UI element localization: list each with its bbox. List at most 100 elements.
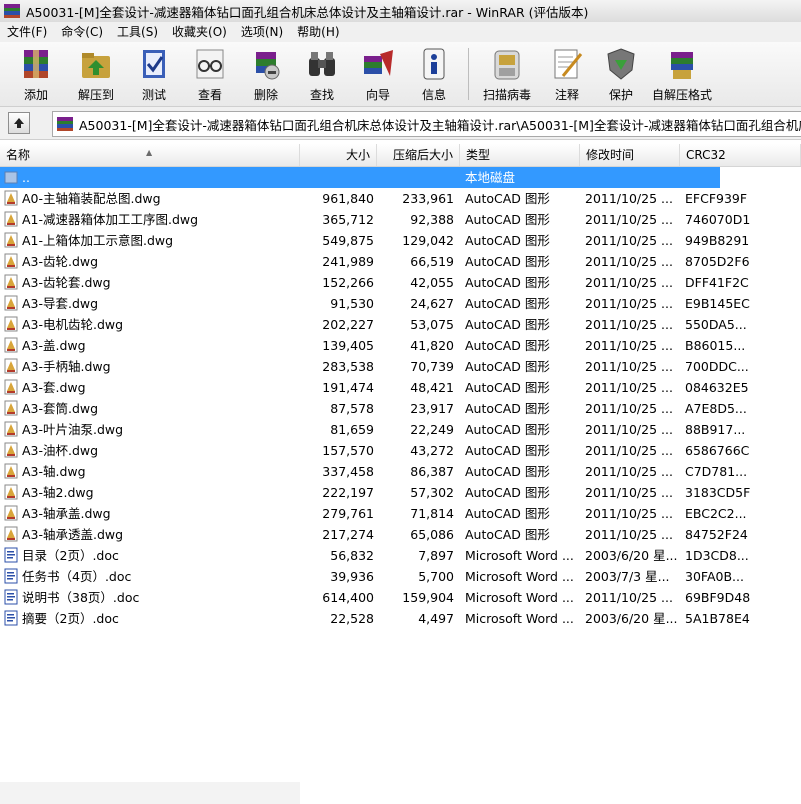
up-folder-button[interactable] (8, 112, 30, 134)
file-size: 81,659 (330, 422, 374, 437)
file-packed-size: 4,497 (418, 611, 454, 626)
add-button[interactable]: 添加 (6, 42, 66, 104)
file-packed-size: 86,387 (410, 464, 454, 479)
file-size: 279,761 (322, 506, 374, 521)
file-row[interactable]: 摘要（2页）.doc 22,528 4,497 Microsoft Word ... 2… (0, 608, 750, 629)
test-button[interactable]: 测试 (126, 42, 182, 104)
menu-favorites[interactable]: 收藏夹(O) (165, 22, 234, 42)
path-field[interactable]: A50031-[M]全套设计-减速器箱体钻口面孔组合机床总体设计及主轴箱设计.r… (52, 111, 801, 137)
autocad-dwg-icon (4, 358, 18, 374)
list-header: 名称 ▲ 大小 压缩后大小 类型 修改时间 CRC32 (0, 144, 801, 167)
column-header-packed[interactable]: 压缩后大小 (377, 144, 460, 166)
sfx-label: 自解压格式 (651, 88, 712, 102)
file-modified: 2011/10/25 ... (585, 464, 673, 479)
file-row[interactable]: A3-轴承盖.dwg 279,761 71,814 AutoCAD 图形 2011/10… (0, 503, 747, 524)
file-modified: 2011/10/25 ... (585, 233, 673, 248)
file-row[interactable]: A3-轴承透盖.dwg 217,274 65,086 AutoCAD 图形 2011/1… (0, 524, 748, 545)
file-list: 名称 ▲ 大小 压缩后大小 类型 修改时间 CRC32 .. 本地磁盘 A0-主… (0, 144, 801, 804)
file-row[interactable]: A3-套筒.dwg 87,578 23,917 AutoCAD 图形 2011/10/2… (0, 398, 747, 419)
info-button[interactable]: 信息 (406, 42, 462, 104)
autocad-dwg-icon (4, 274, 18, 290)
file-name: 目录（2页）.doc (22, 548, 119, 563)
file-crc32: E9B145EC (685, 296, 750, 311)
menu-options[interactable]: 选项(N) (234, 22, 290, 42)
file-modified: 2011/10/25 ... (585, 422, 673, 437)
autocad-dwg-icon (4, 484, 18, 500)
file-row[interactable]: A3-套.dwg 191,474 48,421 AutoCAD 图形 2011/10/2… (0, 377, 749, 398)
file-row[interactable]: A0-主轴箱装配总图.dwg 961,840 233,961 AutoCAD 图形 20… (0, 188, 747, 209)
column-header-crc32[interactable]: CRC32 (680, 144, 801, 166)
file-row[interactable]: A3-轴.dwg 337,458 86,387 AutoCAD 图形 2011/10/2… (0, 461, 747, 482)
autocad-dwg-icon (4, 463, 18, 479)
file-type: AutoCAD 图形 (465, 191, 550, 206)
file-row[interactable]: A3-叶片油泵.dwg 81,659 22,249 AutoCAD 图形 2011/10… (0, 419, 745, 440)
file-row[interactable]: A1-上箱体加工示意图.dwg 549,875 129,042 AutoCAD 图形 2… (0, 230, 749, 251)
file-name: A3-套.dwg (22, 380, 86, 395)
winrar-app-icon[interactable] (4, 4, 20, 18)
file-type: AutoCAD 图形 (465, 506, 550, 521)
virus-scan-button[interactable]: 扫描病毒 (475, 42, 539, 104)
file-size: 337,458 (322, 464, 374, 479)
file-row[interactable]: A1-减速器箱体加工工序图.dwg 365,712 92,388 AutoCAD 图形… (0, 209, 750, 230)
file-type: AutoCAD 图形 (465, 275, 550, 290)
file-name: A3-叶片油泵.dwg (22, 422, 124, 437)
file-type: AutoCAD 图形 (465, 212, 550, 227)
file-row[interactable]: 目录（2页）.doc 56,832 7,897 Microsoft Word ... 2… (0, 545, 749, 566)
file-row[interactable]: A3-导套.dwg 91,530 24,627 AutoCAD 图形 2011/10/2… (0, 293, 750, 314)
file-packed-size: 5,700 (418, 569, 454, 584)
file-packed-size: 41,820 (410, 338, 454, 353)
comment-button[interactable]: 注释 (539, 42, 595, 104)
delete-button[interactable]: 删除 (238, 42, 294, 104)
column-header-size[interactable]: 大小 (300, 144, 377, 166)
file-name: A3-盖.dwg (22, 338, 86, 353)
column-header-type[interactable]: 类型 (460, 144, 580, 166)
extract-to-label: 解压到 (77, 88, 114, 102)
file-row[interactable]: A3-齿轮.dwg 241,989 66,519 AutoCAD 图形 2011/10/… (0, 251, 750, 272)
find-button[interactable]: 查找 (294, 42, 350, 104)
protect-label: 保护 (608, 88, 633, 102)
file-row[interactable]: A3-轴2.dwg 222,197 57,302 AutoCAD 图形 2011/10/… (0, 482, 750, 503)
file-modified: 2011/10/25 ... (585, 191, 673, 206)
file-crc32: 30FA0B... (685, 569, 744, 584)
file-type: AutoCAD 图形 (465, 527, 550, 542)
wizard-button[interactable]: 向导 (350, 42, 406, 104)
menu-bar: 文件(F) 命令(C) 工具(S) 收藏夹(O) 选项(N) 帮助(H) (0, 22, 801, 42)
file-row[interactable]: A3-手柄轴.dwg 283,538 70,739 AutoCAD 图形 2011/10… (0, 356, 749, 377)
view-button[interactable]: 查看 (182, 42, 238, 104)
file-crc32: B86015... (685, 338, 746, 353)
column-header-name[interactable]: 名称 ▲ (0, 144, 300, 166)
menu-commands[interactable]: 命令(C) (54, 22, 110, 42)
protect-button[interactable]: 保护 (595, 42, 647, 104)
arrow-up-icon (14, 118, 24, 128)
menu-tools[interactable]: 工具(S) (110, 22, 165, 42)
parent-folder-name: .. (22, 170, 30, 185)
file-name: 摘要（2页）.doc (22, 611, 119, 626)
file-size: 283,538 (322, 359, 374, 374)
wizard-icon (364, 50, 393, 76)
sfx-button[interactable]: 自解压格式 (647, 42, 717, 104)
file-size: 365,712 (322, 212, 374, 227)
file-row[interactable]: A3-油杯.dwg 157,570 43,272 AutoCAD 图形 2011/10/… (0, 440, 749, 461)
menu-help[interactable]: 帮助(H) (290, 22, 346, 42)
file-crc32: 084632E5 (685, 380, 749, 395)
menu-file[interactable]: 文件(F) (0, 22, 54, 42)
file-packed-size: 233,961 (402, 191, 454, 206)
file-name: A0-主轴箱装配总图.dwg (22, 191, 161, 206)
file-crc32: 700DDC... (685, 359, 749, 374)
file-size: 241,989 (322, 254, 374, 269)
file-size: 217,274 (322, 527, 374, 542)
file-row[interactable]: A3-齿轮套.dwg 152,266 42,055 AutoCAD 图形 2011/10… (0, 272, 749, 293)
file-crc32: 88B917... (685, 422, 746, 437)
parent-folder-row[interactable]: .. 本地磁盘 (0, 167, 720, 188)
extract-to-button[interactable]: 解压到 (66, 42, 126, 104)
file-row[interactable]: A3-盖.dwg 139,405 41,820 AutoCAD 图形 2011/10/2… (0, 335, 745, 356)
file-type: Microsoft Word ... (465, 569, 574, 584)
file-row[interactable]: 任务书（4页）.doc 39,936 5,700 Microsoft Word ...… (0, 566, 744, 587)
column-header-modified[interactable]: 修改时间 (580, 144, 680, 166)
file-name: A1-减速器箱体加工工序图.dwg (22, 212, 199, 227)
file-row[interactable]: A3-电机齿轮.dwg 202,227 53,075 AutoCAD 图形 2011/1… (0, 314, 747, 335)
virus-scan-label: 扫描病毒 (482, 88, 531, 102)
file-row[interactable]: 说明书（38页）.doc 614,400 159,904 Microsoft Word… (0, 587, 750, 608)
file-name: A3-油杯.dwg (22, 443, 99, 458)
file-type: AutoCAD 图形 (465, 401, 550, 416)
